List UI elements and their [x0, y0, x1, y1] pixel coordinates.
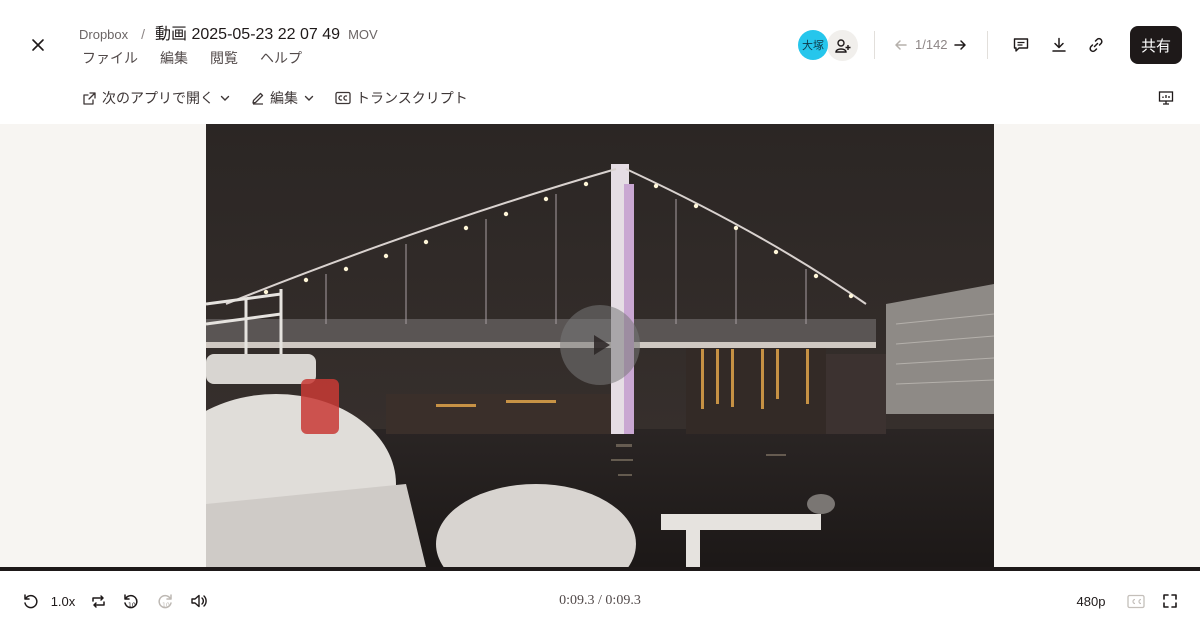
menu-help[interactable]: ヘルプ [260, 48, 302, 68]
menu-file[interactable]: ファイル [82, 48, 138, 68]
menu-view[interactable]: 閲覧 [210, 48, 238, 68]
arrow-right-icon [954, 40, 966, 50]
play-icon [594, 335, 610, 355]
chevron-down-icon [304, 95, 314, 101]
file-title[interactable]: 動画 2025-05-23 22 07 49 [155, 20, 340, 44]
file-extension: MOV [348, 27, 378, 42]
player-controls: 1.0x 10 10 0:09.3 / 0:09.3 480p [0, 571, 1200, 631]
viewer-header: Dropbox / 動画 2025-05-23 22 07 49 MOV ファイ… [0, 0, 1200, 124]
next-file-button[interactable] [951, 36, 969, 54]
add-member-icon [834, 38, 850, 53]
fullscreen-icon [1163, 594, 1177, 608]
breadcrumb: Dropbox / 動画 2025-05-23 22 07 49 MOV [79, 20, 378, 44]
edit-label: 編集 [270, 90, 298, 106]
captions-button[interactable] [1126, 591, 1146, 611]
video-frame[interactable] [206, 124, 994, 567]
closed-caption-icon [1127, 594, 1145, 608]
menu-edit[interactable]: 編集 [160, 48, 188, 68]
download-button[interactable] [1048, 34, 1070, 56]
chevron-down-icon [220, 95, 230, 101]
open-with-button[interactable]: 次のアプリで開く [82, 88, 231, 108]
play-button[interactable] [560, 305, 640, 385]
edit-button[interactable]: 編集 [251, 88, 315, 108]
divider [874, 31, 875, 59]
divider [987, 31, 988, 59]
menu-bar: ファイル 編集 閲覧 ヘルプ [82, 48, 302, 68]
comment-button[interactable] [1010, 34, 1032, 56]
quality-selector[interactable]: 480p [1072, 591, 1110, 611]
present-button[interactable] [1156, 88, 1176, 108]
timecode: 0:09.3 / 0:09.3 [559, 593, 641, 608]
preview-stage [0, 124, 1200, 567]
share-button[interactable]: 共有 [1130, 26, 1182, 64]
present-icon [1158, 91, 1174, 105]
close-icon [32, 39, 44, 51]
pencil-icon [252, 92, 264, 105]
breadcrumb-root[interactable]: Dropbox [79, 27, 128, 42]
pager: 1/142 [915, 37, 948, 52]
open-external-icon [83, 91, 96, 105]
fullscreen-button[interactable] [1160, 591, 1180, 611]
arrow-left-icon [895, 40, 907, 50]
link-icon [1089, 37, 1103, 53]
closed-caption-icon [335, 91, 351, 105]
transcript-label: トランスクリプト [356, 90, 468, 106]
prev-file-button[interactable] [892, 36, 910, 54]
open-with-label: 次のアプリで開く [102, 90, 214, 106]
comment-icon [1013, 38, 1029, 52]
breadcrumb-separator: / [141, 26, 146, 42]
copy-link-button[interactable] [1085, 34, 1107, 56]
close-button[interactable] [24, 31, 52, 59]
transcript-button[interactable]: トランスクリプト [335, 88, 468, 108]
add-member-button[interactable] [827, 30, 858, 61]
avatar[interactable]: 大塚 [798, 30, 828, 60]
file-toolbar: 次のアプリで開く 編集 トランスクリプト [82, 88, 468, 108]
download-icon [1052, 37, 1066, 52]
